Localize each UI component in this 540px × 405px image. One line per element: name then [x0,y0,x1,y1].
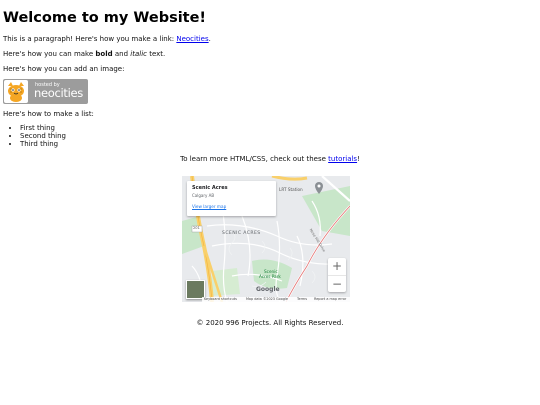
bold-text: bold [95,50,113,58]
map-place-subtitle: Calgary AB [192,193,215,198]
google-logo: Google [256,286,280,293]
map-lrt-station-label: LRT Station [279,187,303,192]
neocities-cat-logo-icon [4,80,28,103]
list-intro: Here's how to make a list: [3,110,94,118]
list-item: Third thing [20,140,537,148]
badge-brand: neocities [34,86,83,100]
embedded-map[interactable]: 201 LRT Station SCENIC ACRES Nose Hill D… [182,176,350,302]
page-content: Welcome to my Website! This is a paragra… [3,0,537,328]
learn-more-paragraph: To learn more HTML/CSS, check out these … [3,154,537,164]
keyboard-shortcuts-link[interactable]: Keyboard shortcuts [204,297,237,302]
view-larger-map-link[interactable]: View larger map [192,204,226,209]
list-item: First thing [20,124,537,132]
zoom-in-button[interactable]: + [328,258,346,275]
formatting-after: text. [146,50,166,58]
italic-text: italic [130,50,147,58]
tutorials-link[interactable]: tutorials [328,155,357,163]
map-data-attribution: Map data ©2023 Google [246,297,289,301]
footer-copyright: © 2020 996 Projects. All Rights Reserved… [196,319,344,327]
neocities-badge: hosted by neocities [3,79,88,104]
formatting-middle: and [112,50,131,58]
map-neighbourhood-label: SCENIC ACRES [222,231,261,236]
map-route-shield-label: 201 [193,226,200,230]
map-place-name: Scenic Acres [192,185,228,191]
neocities-link[interactable]: Neocities [176,35,208,43]
map-attribution-bar: Keyboard shortcuts Map data ©2023 Google… [202,297,350,302]
page-title: Welcome to my Website! [3,10,207,26]
list-item: Second thing [20,132,537,140]
learn-more-end: ! [357,155,360,163]
formatting-paragraph: Here's how you can make bold and italic … [3,49,537,59]
report-map-error-link[interactable]: Report a map error [314,297,346,302]
intro-paragraph: This is a paragraph! Here's how you make… [3,34,537,44]
map-info-card: Scenic Acres Calgary AB View larger map [187,181,276,216]
image-paragraph: Here's how you can add an image: [3,65,125,73]
intro-text: This is a paragraph! Here's how you make… [3,35,177,43]
intro-end: . [208,35,211,43]
map-zoom-controls: + − [328,258,346,292]
example-list: First thing Second thing Third thing [3,124,537,148]
learn-more-text: To learn more HTML/CSS, check out these [180,155,329,163]
map-terms-link[interactable]: Terms [297,297,307,302]
formatting-before: Here's how you can make [3,50,96,58]
zoom-out-button[interactable]: − [328,275,346,293]
map-park-label-line2: Acres Park [259,274,281,279]
